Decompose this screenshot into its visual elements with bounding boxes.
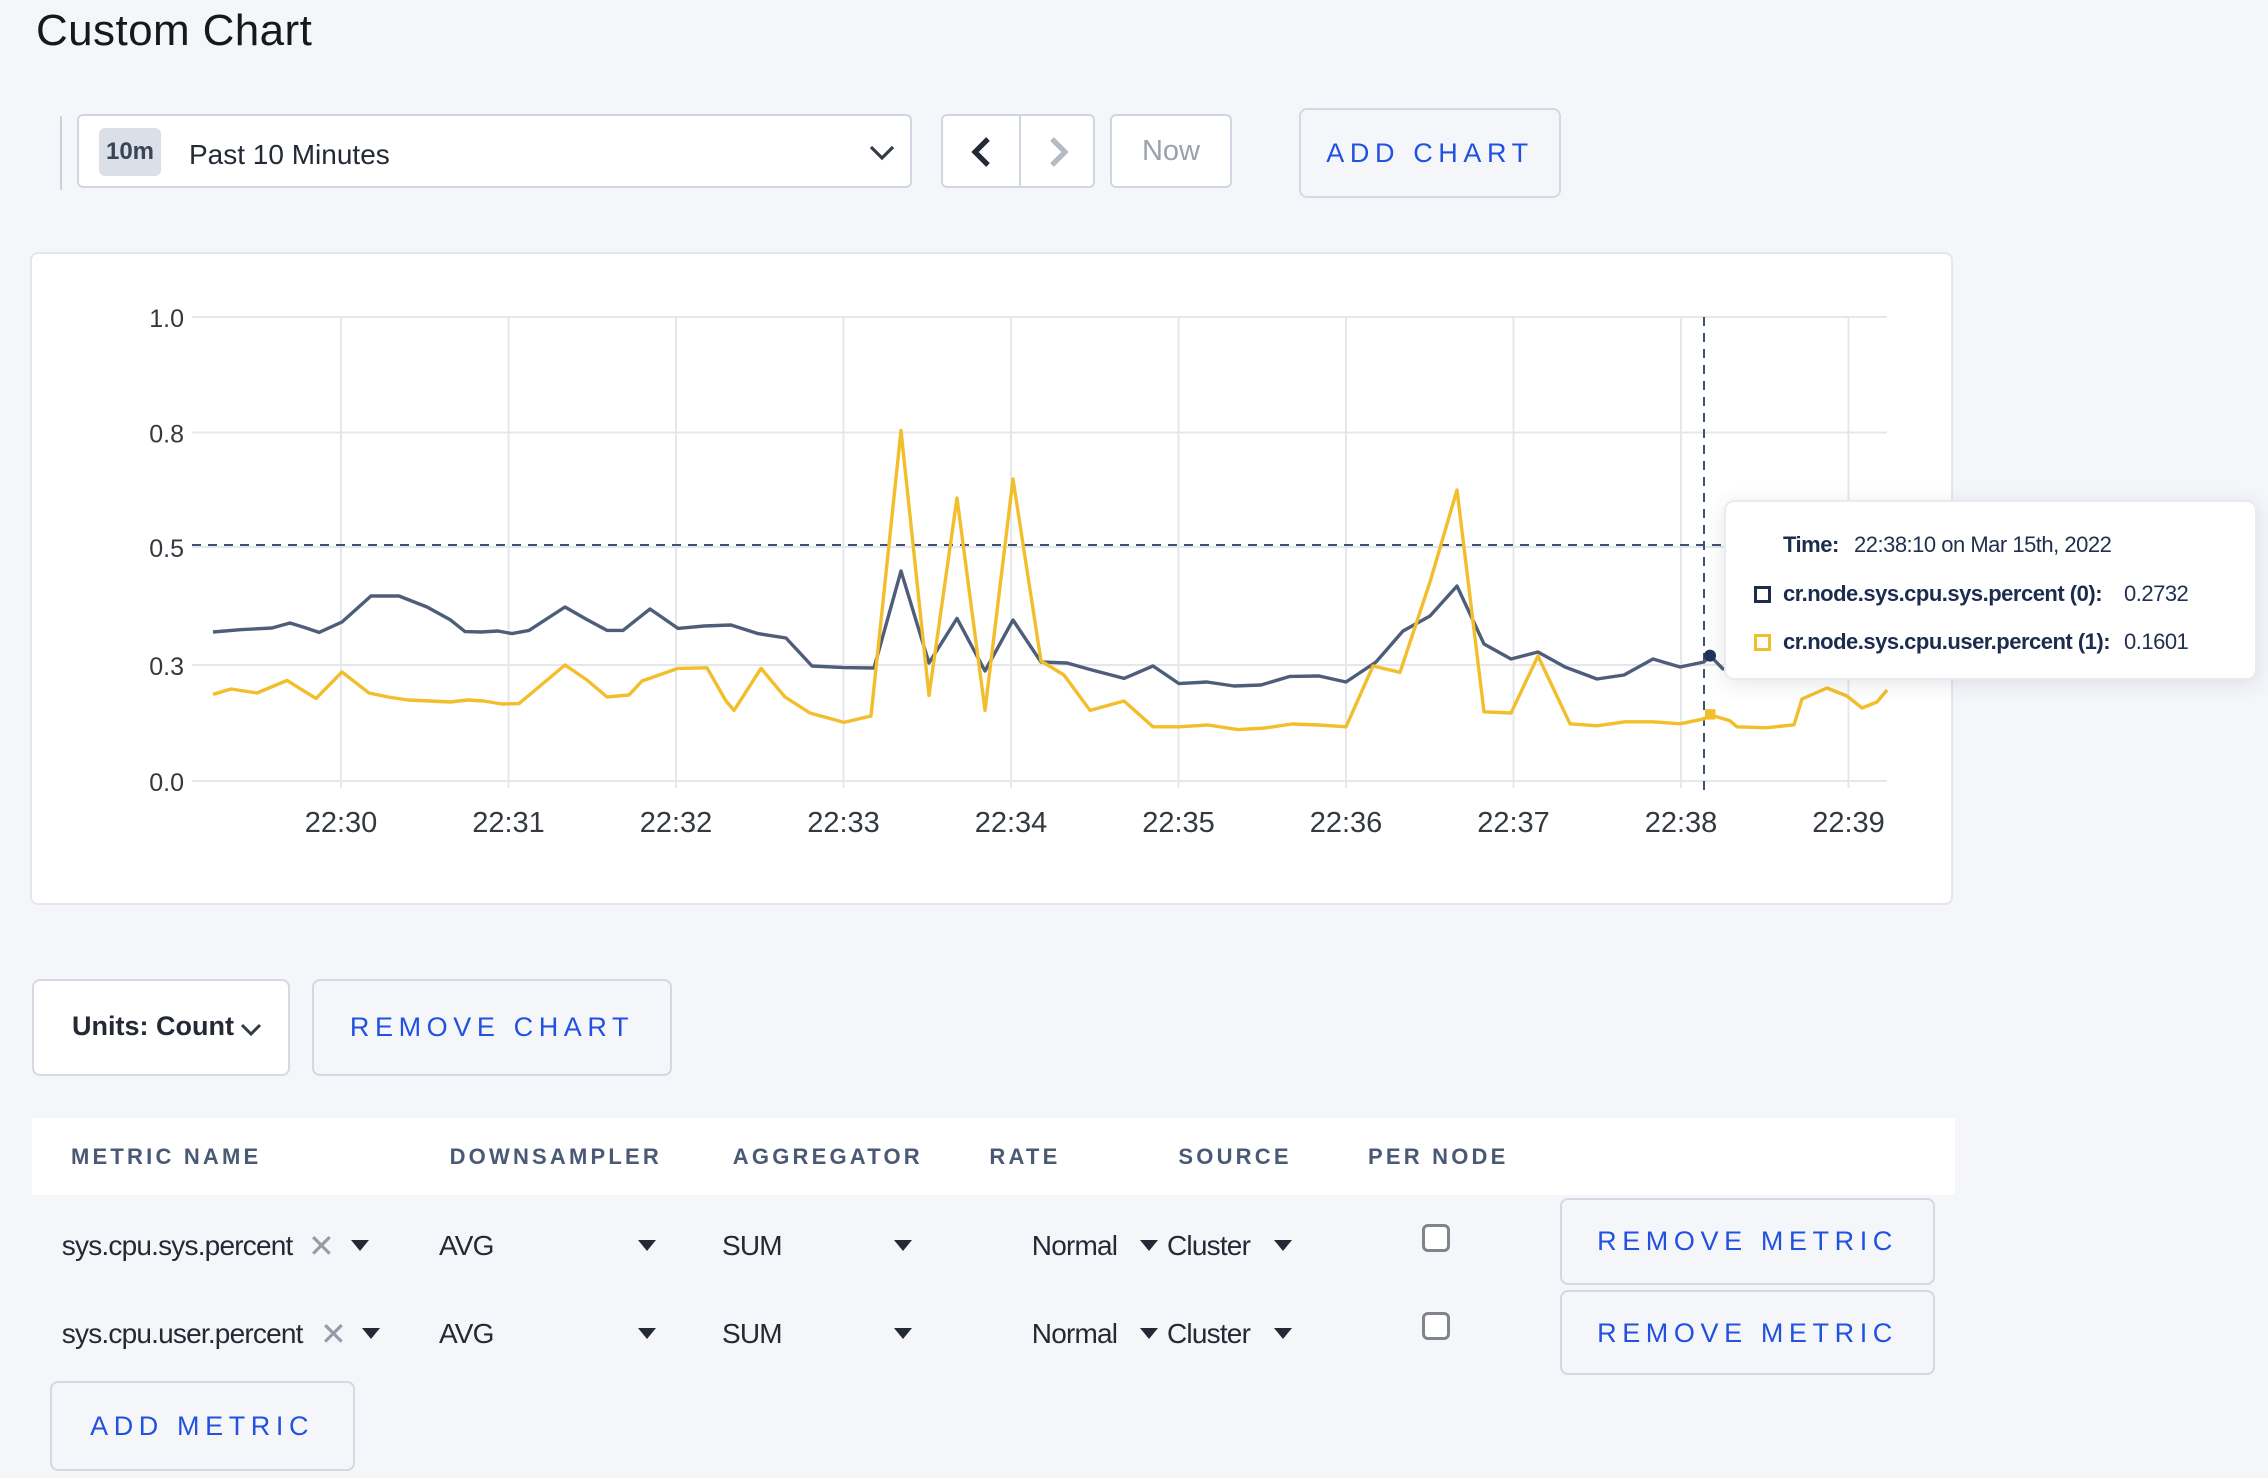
svg-text:0.0: 0.0 [149,769,184,797]
svg-text:1.0: 1.0 [149,305,184,333]
svg-text:22:34: 22:34 [975,807,1048,839]
svg-text:22:32: 22:32 [640,807,713,839]
svg-text:22:37: 22:37 [1477,807,1550,839]
svg-text:22:30: 22:30 [305,807,378,839]
svg-text:22:39: 22:39 [1812,807,1885,839]
svg-text:22:38: 22:38 [1645,807,1718,839]
svg-text:0.5: 0.5 [149,535,184,563]
svg-text:0.3: 0.3 [149,653,184,681]
svg-text:22:36: 22:36 [1310,807,1383,839]
svg-text:0.8: 0.8 [149,421,184,449]
svg-text:22:33: 22:33 [807,807,880,839]
svg-text:22:35: 22:35 [1142,807,1215,839]
svg-text:22:31: 22:31 [472,807,545,839]
